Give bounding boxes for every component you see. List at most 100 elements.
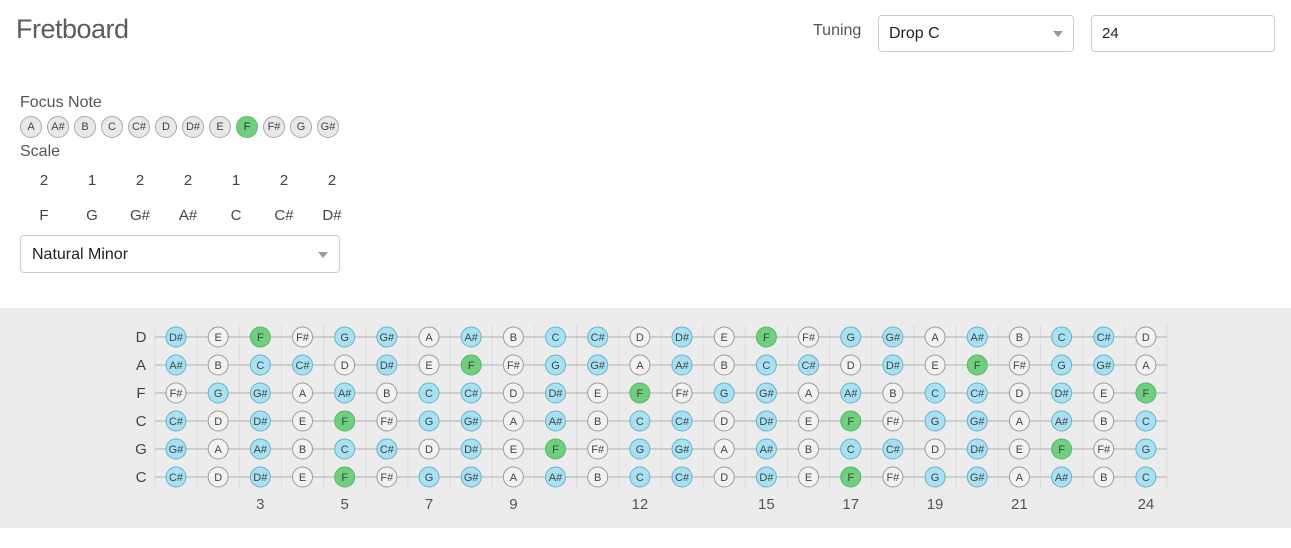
- fretboard-note[interactable]: G: [1051, 354, 1073, 376]
- fretboard-note[interactable]: C: [924, 382, 946, 404]
- fretboard-note[interactable]: F#: [671, 382, 693, 404]
- fretboard-note[interactable]: G#: [587, 354, 609, 376]
- fretboard-note[interactable]: C#: [671, 466, 693, 488]
- fretboard-note[interactable]: F: [334, 466, 356, 488]
- fretboard-note[interactable]: A#: [165, 354, 187, 376]
- fretboard-note[interactable]: F: [334, 410, 356, 432]
- fretboard-note[interactable]: G: [334, 326, 356, 348]
- fretboard-note[interactable]: F: [755, 326, 777, 348]
- focus-note-button[interactable]: C#: [128, 116, 150, 138]
- fretboard-note[interactable]: A#: [1051, 466, 1073, 488]
- fretboard-note[interactable]: E: [924, 354, 946, 376]
- fretboard-note[interactable]: D#: [1051, 382, 1073, 404]
- focus-note-button[interactable]: F: [236, 116, 258, 138]
- fretboard-note[interactable]: F: [249, 326, 271, 348]
- fretboard-note[interactable]: C: [1051, 326, 1073, 348]
- fretboard-note[interactable]: B: [587, 466, 609, 488]
- fretboard-note[interactable]: F#: [376, 410, 398, 432]
- fretboard-note[interactable]: D: [713, 410, 735, 432]
- fretboard-note[interactable]: A#: [545, 466, 567, 488]
- fretboard-note[interactable]: E: [292, 466, 314, 488]
- fretboard-note[interactable]: A: [924, 326, 946, 348]
- fretboard-note[interactable]: B: [207, 354, 229, 376]
- fretboard-note[interactable]: A: [1008, 410, 1030, 432]
- fretboard-note[interactable]: C#: [1093, 326, 1115, 348]
- fretboard-note[interactable]: D: [207, 466, 229, 488]
- fretboard-note[interactable]: A: [713, 438, 735, 460]
- tuning-select[interactable]: Drop C: [878, 15, 1074, 52]
- fretboard-note[interactable]: G: [713, 382, 735, 404]
- fretboard-note[interactable]: D: [629, 326, 651, 348]
- fretboard-note[interactable]: A#: [334, 382, 356, 404]
- fretboard-note[interactable]: D#: [882, 354, 904, 376]
- fretboard-note[interactable]: F: [840, 466, 862, 488]
- fretboard-note[interactable]: C#: [671, 410, 693, 432]
- fretboard-note[interactable]: B: [376, 382, 398, 404]
- fretboard-note[interactable]: F#: [502, 354, 524, 376]
- fretboard-note[interactable]: E: [292, 410, 314, 432]
- fretboard-note[interactable]: E: [798, 410, 820, 432]
- fretboard-note[interactable]: A: [629, 354, 651, 376]
- fretboard-note[interactable]: E: [502, 438, 524, 460]
- fretboard-note[interactable]: G#: [882, 326, 904, 348]
- fretboard-note[interactable]: D#: [755, 410, 777, 432]
- fretboard-note[interactable]: B: [1093, 466, 1115, 488]
- fretboard-note[interactable]: F#: [882, 466, 904, 488]
- fretboard-note[interactable]: B: [713, 354, 735, 376]
- fretboard-note[interactable]: C: [840, 438, 862, 460]
- fretboard-note[interactable]: D#: [671, 326, 693, 348]
- fretboard-note[interactable]: G: [545, 354, 567, 376]
- fretboard-note[interactable]: D#: [460, 438, 482, 460]
- focus-note-button[interactable]: E: [209, 116, 231, 138]
- fretboard-note[interactable]: B: [587, 410, 609, 432]
- fretboard-note[interactable]: D#: [755, 466, 777, 488]
- fretboard-note[interactable]: B: [292, 438, 314, 460]
- fretboard-note[interactable]: D: [713, 466, 735, 488]
- fretboard-note[interactable]: D: [1008, 382, 1030, 404]
- fretboard-note[interactable]: E: [1008, 438, 1030, 460]
- fretboard-note[interactable]: B: [502, 326, 524, 348]
- fretboard-note[interactable]: B: [798, 438, 820, 460]
- fretboard-note[interactable]: A: [418, 326, 440, 348]
- fretboard-note[interactable]: F#: [1093, 438, 1115, 460]
- fretboard-note[interactable]: D: [207, 410, 229, 432]
- fretboard-note[interactable]: F: [460, 354, 482, 376]
- fretboard-note[interactable]: C: [629, 466, 651, 488]
- focus-note-button[interactable]: D#: [182, 116, 204, 138]
- fretboard-note[interactable]: G: [1135, 438, 1157, 460]
- fretboard-note[interactable]: D: [334, 354, 356, 376]
- fretboard-note[interactable]: E: [587, 382, 609, 404]
- fretboard-note[interactable]: A#: [545, 410, 567, 432]
- fretboard-note[interactable]: C#: [587, 326, 609, 348]
- fretboard-note[interactable]: B: [1093, 410, 1115, 432]
- fretboard-note[interactable]: B: [882, 382, 904, 404]
- fretboard-note[interactable]: A#: [755, 438, 777, 460]
- fretboard-note[interactable]: D: [840, 354, 862, 376]
- fretboard-note[interactable]: A: [292, 382, 314, 404]
- fretboard-note[interactable]: G: [418, 466, 440, 488]
- fretboard-note[interactable]: G: [924, 466, 946, 488]
- fretboard-note[interactable]: A: [207, 438, 229, 460]
- fret-count-input[interactable]: [1091, 15, 1275, 52]
- fretboard-note[interactable]: G#: [460, 410, 482, 432]
- fretboard-note[interactable]: G#: [460, 466, 482, 488]
- fretboard-note[interactable]: C: [629, 410, 651, 432]
- fretboard-note[interactable]: G: [629, 438, 651, 460]
- fretboard-note[interactable]: F: [545, 438, 567, 460]
- fretboard-note[interactable]: G#: [671, 438, 693, 460]
- fretboard-note[interactable]: C: [545, 326, 567, 348]
- fretboard-note[interactable]: A: [502, 410, 524, 432]
- fretboard-note[interactable]: C#: [460, 382, 482, 404]
- fretboard-note[interactable]: C#: [376, 438, 398, 460]
- fretboard-note[interactable]: D#: [165, 326, 187, 348]
- fretboard-note[interactable]: F#: [1008, 354, 1030, 376]
- focus-note-button[interactable]: C: [101, 116, 123, 138]
- fretboard-note[interactable]: E: [1093, 382, 1115, 404]
- fretboard-note[interactable]: G#: [966, 410, 988, 432]
- focus-note-button[interactable]: B: [74, 116, 96, 138]
- fretboard-note[interactable]: E: [418, 354, 440, 376]
- focus-note-button[interactable]: A: [20, 116, 42, 138]
- fretboard-note[interactable]: E: [798, 466, 820, 488]
- fretboard-note[interactable]: F: [1051, 438, 1073, 460]
- focus-note-button[interactable]: F#: [263, 116, 285, 138]
